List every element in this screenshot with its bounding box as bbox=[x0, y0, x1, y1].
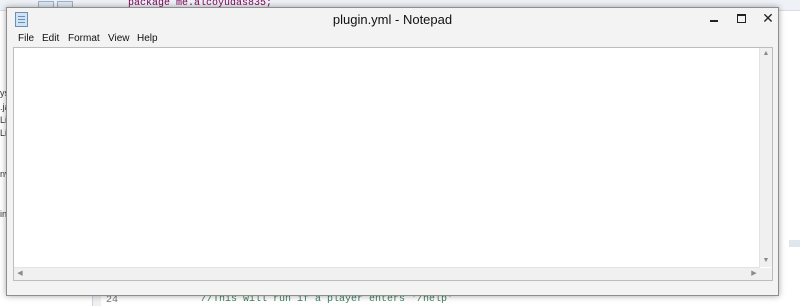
scroll-left-arrow-icon[interactable]: ◀ bbox=[14, 268, 26, 280]
menu-bar: File Edit Format View Help bbox=[7, 31, 778, 47]
close-icon: ✕ bbox=[762, 10, 774, 26]
notepad-window: plugin.yml - Notepad ✕ File Edit Format … bbox=[6, 7, 779, 296]
minimize-button[interactable] bbox=[700, 8, 728, 28]
text-editor-area[interactable]: ▲ ▼ ◀ ▶ bbox=[13, 47, 773, 281]
ide-line-number: 24 bbox=[106, 295, 119, 306]
close-button[interactable]: ✕ bbox=[754, 8, 782, 28]
minimize-icon bbox=[710, 20, 718, 22]
scroll-down-arrow-icon[interactable]: ▼ bbox=[760, 255, 772, 267]
title-bar[interactable]: plugin.yml - Notepad ✕ bbox=[7, 8, 778, 30]
horizontal-scrollbar[interactable]: ◀ ▶ bbox=[14, 267, 760, 280]
maximize-icon bbox=[736, 13, 746, 23]
vertical-scrollbar[interactable]: ▲ ▼ bbox=[759, 48, 772, 267]
ide-right-edge bbox=[783, 240, 800, 306]
menu-edit[interactable]: Edit bbox=[42, 33, 59, 44]
scrollbar-corner bbox=[760, 268, 772, 280]
scroll-right-arrow-icon[interactable]: ▶ bbox=[748, 268, 760, 280]
menu-help[interactable]: Help bbox=[137, 33, 158, 44]
menu-file[interactable]: File bbox=[18, 33, 34, 44]
menu-view[interactable]: View bbox=[108, 33, 130, 44]
ide-overview-ruler-mark bbox=[789, 240, 800, 247]
window-title: plugin.yml - Notepad bbox=[332, 12, 453, 27]
scroll-up-arrow-icon[interactable]: ▲ bbox=[760, 48, 772, 60]
maximize-button[interactable] bbox=[727, 8, 755, 28]
menu-format[interactable]: Format bbox=[68, 33, 100, 44]
